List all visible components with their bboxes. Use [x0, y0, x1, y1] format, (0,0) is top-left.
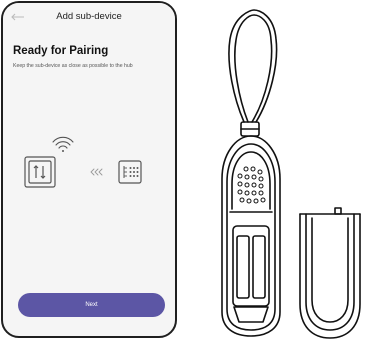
chevrons-left-icon	[90, 168, 103, 176]
device-cover	[299, 213, 361, 339]
next-button[interactable]: Next	[18, 293, 165, 317]
wifi-icon	[52, 136, 74, 152]
lanyard-loop	[228, 9, 278, 123]
top-bar: Add sub-device	[3, 3, 175, 33]
page-title: Add sub-device	[56, 11, 122, 22]
hub-icon	[24, 156, 56, 188]
pairing-instructions: Keep the sub-device as close as possible…	[13, 63, 133, 69]
sub-device-icon	[118, 160, 142, 184]
speaker-grille	[237, 166, 266, 204]
device-product-illustration	[221, 9, 361, 339]
pairing-illustration	[24, 136, 142, 188]
pairing-title: Ready for Pairing	[13, 45, 109, 57]
phone-screen: Add sub-device Ready for Pairing Keep th…	[1, 1, 177, 338]
